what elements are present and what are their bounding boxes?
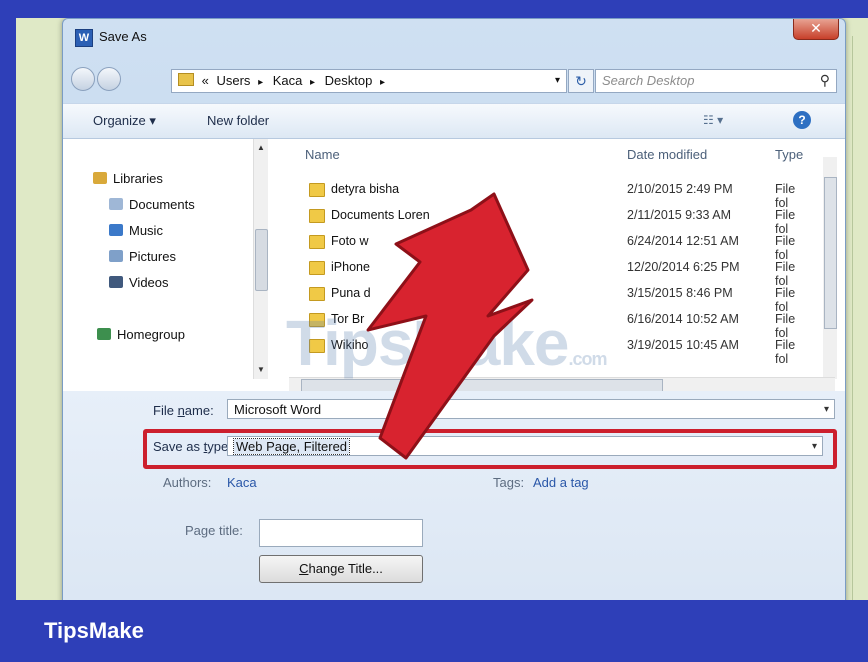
refresh-icon[interactable]: ↻ [568,69,594,93]
sidebar-item-music[interactable]: Music [109,223,163,238]
screenshot-frame: W Save As ✕ « Users ▸ Kaca ▸ Desktop ▸ ▾… [16,18,868,600]
navigation-pane: Libraries Documents Music Pictures Video… [63,139,269,379]
column-header-name[interactable]: Name [305,147,340,162]
page-title-field[interactable] [259,519,423,547]
file-list-scrollbar[interactable] [823,157,837,379]
file-row[interactable]: Foto w 6/24/2014 12:51 AM File fol [293,231,805,262]
address-bar: « Users ▸ Kaca ▸ Desktop ▸ ▾ ↻ Search De… [63,61,845,95]
footer-banner: TipsMake [0,600,868,662]
title-bar: W Save As ✕ [63,19,845,57]
help-icon[interactable]: ? [793,111,811,129]
word-app-icon: W [75,29,93,47]
file-name-label: File name: [153,403,214,418]
window-title: Save As [99,29,147,44]
breadcrumb-overflow[interactable]: « [202,73,209,88]
folder-icon [309,183,325,197]
file-row[interactable]: Puna d 3/15/2015 8:46 PM File fol [293,283,805,314]
chevron-down-icon[interactable]: ▾ [812,437,817,457]
tags-label: Tags: [493,475,525,490]
desktop-edge [852,36,853,600]
file-name-field[interactable]: Microsoft Word ▾ [227,399,835,419]
sidebar-item-videos[interactable]: Videos [109,275,169,290]
forward-button[interactable] [97,67,121,91]
documents-icon [109,198,123,210]
authors-label: Authors: [163,475,212,490]
save-options: File name: Microsoft Word ▾ Save as type… [63,391,845,600]
page-title-label: Page title: [185,523,243,538]
address-dropdown-icon[interactable]: ▾ [555,70,560,92]
folder-icon [309,209,325,223]
tags-value[interactable]: Add a tag [533,475,589,490]
save-as-type-label: Save as type: [153,439,232,454]
back-button[interactable] [71,67,95,91]
file-row[interactable]: iPhone 12/20/2014 6:25 PM File fol [293,257,805,288]
music-icon [109,224,123,236]
videos-icon [109,276,123,288]
folder-icon [309,287,325,301]
folder-icon [309,261,325,275]
file-row[interactable]: detyra bisha 2/10/2015 2:49 PM File fol [293,179,805,210]
save-as-type-select[interactable]: Web Page, Filtered ▾ [227,436,823,456]
breadcrumb-separator[interactable]: ▸ [258,77,263,88]
sidebar-item-homegroup[interactable]: Homegroup [97,327,185,342]
search-placeholder: Search Desktop [602,73,695,88]
folder-icon [178,73,194,86]
breadcrumb-desktop[interactable]: Desktop [325,73,373,88]
chevron-down-icon[interactable]: ▾ [824,400,829,420]
search-icon[interactable]: ⚲ [820,72,830,89]
homegroup-icon [97,328,111,340]
sidebar-item-pictures[interactable]: Pictures [109,249,176,264]
view-options-icon[interactable]: ☷ ▾ [703,113,723,127]
change-title-button[interactable]: Change Title... [259,555,423,583]
breadcrumb-kaca[interactable]: Kaca [273,73,303,88]
file-row[interactable]: Documents Loren 2/11/2015 9:33 AM File fol [293,205,805,236]
scrollbar-thumb[interactable] [824,177,837,329]
libraries-icon [93,172,107,184]
scrollbar-thumb[interactable] [255,229,268,291]
search-input[interactable]: Search Desktop ⚲ [595,69,837,93]
new-folder-button[interactable]: New folder [207,113,269,128]
folder-icon [309,235,325,249]
banner-logo-text: TipsMake [44,618,144,643]
sidebar-item-documents[interactable]: Documents [109,197,195,212]
scroll-up-icon[interactable]: ▲ [257,143,265,152]
breadcrumb-separator[interactable]: ▸ [310,77,315,88]
watermark: TipsMake.com [286,307,608,379]
sidebar-item-libraries[interactable]: Libraries [93,171,163,186]
column-header-type[interactable]: Type [775,147,803,162]
sidebar-scrollbar[interactable]: ▲ ▼ [253,139,268,379]
breadcrumb-separator[interactable]: ▸ [380,77,385,88]
command-bar: Organize ▾ New folder ☷ ▾ ? [63,103,845,139]
breadcrumb[interactable]: « Users ▸ Kaca ▸ Desktop ▸ ▾ [171,69,567,93]
scroll-down-icon[interactable]: ▼ [257,365,265,374]
authors-value[interactable]: Kaca [227,475,257,490]
column-header-date[interactable]: Date modified [627,147,707,162]
pictures-icon [109,250,123,262]
breadcrumb-users[interactable]: Users [216,73,250,88]
organize-button[interactable]: Organize ▾ [93,113,156,129]
close-button[interactable]: ✕ [793,19,839,40]
